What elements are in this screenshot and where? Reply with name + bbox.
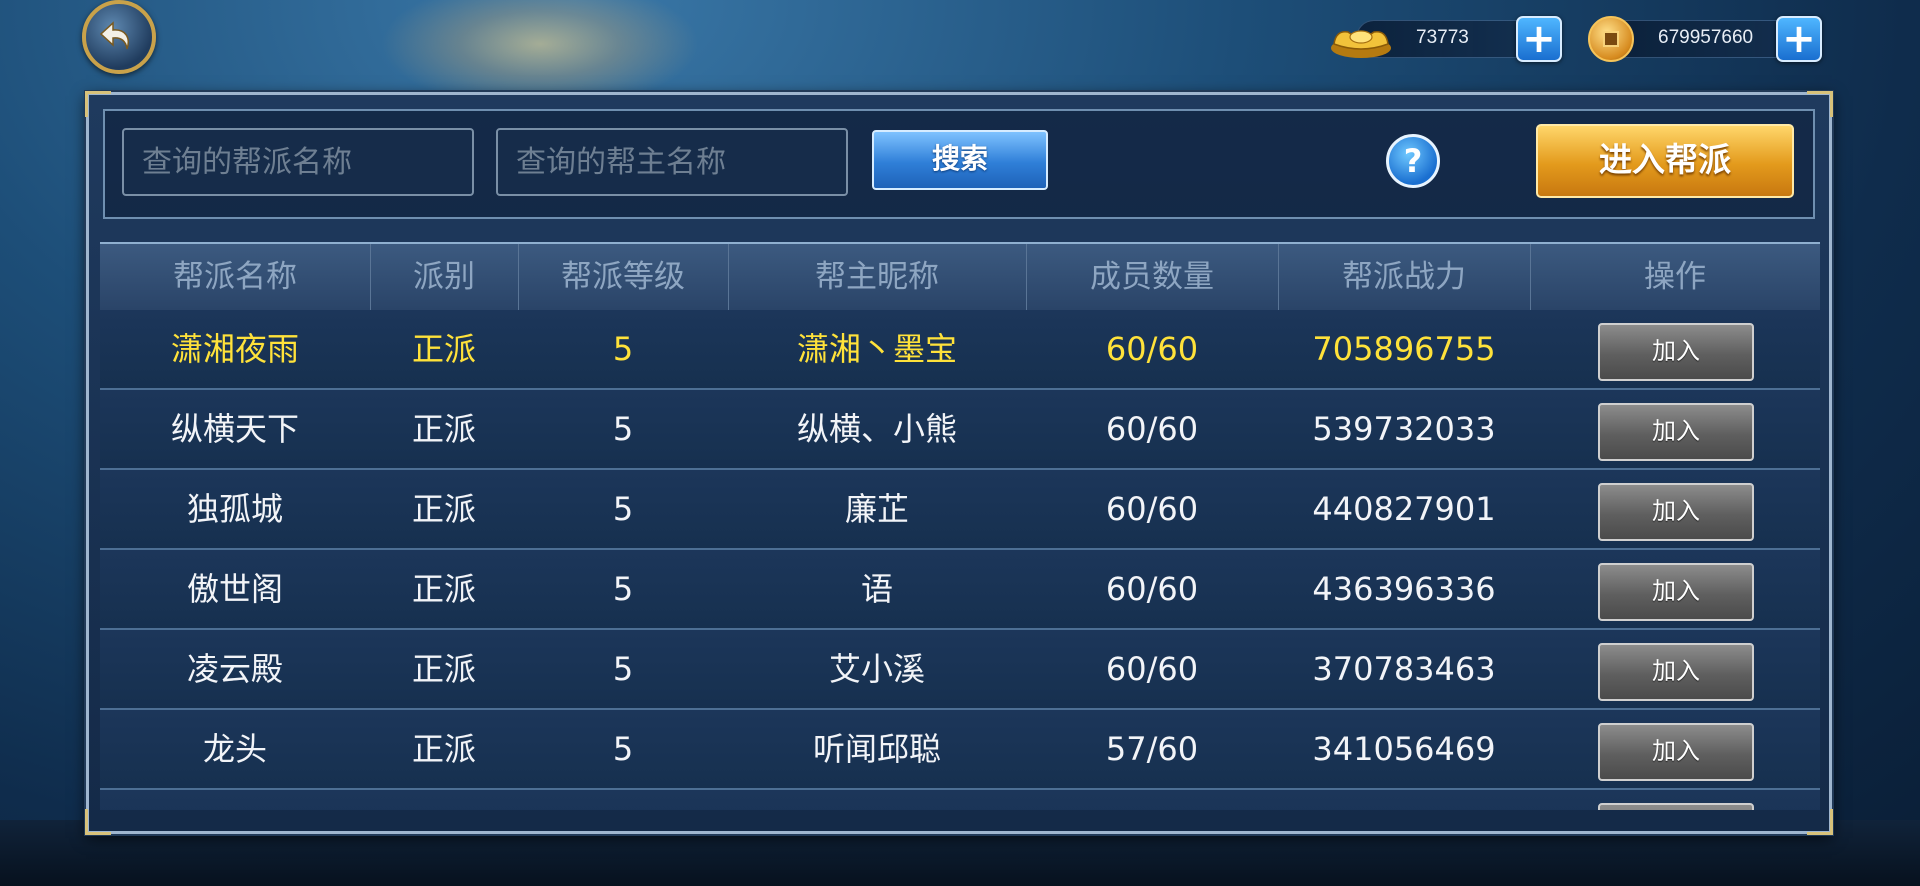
copper-coin-icon xyxy=(1588,16,1634,62)
table-row: 傲世阁 正派 5 语 60/60 436396336 加入 xyxy=(100,550,1820,630)
guild-faction: 正派 xyxy=(411,570,476,608)
header-faction: 派别 xyxy=(370,244,519,310)
plus-icon: + xyxy=(1782,16,1816,62)
guild-level: 5 xyxy=(612,490,634,528)
guild-table: 帮派名称 派别 帮派等级 帮主昵称 成员数量 帮派战力 操作 潇湘夜雨 正派 5… xyxy=(100,242,1820,810)
guild-level: 5 xyxy=(612,730,634,768)
table-row: 纵横天下 正派 5 纵横、小熊 60/60 539732033 加入 xyxy=(100,390,1820,470)
leader-name: 廉芷 xyxy=(844,490,909,528)
table-row-partial xyxy=(100,790,1820,810)
member-count: 60/60 xyxy=(1105,490,1199,528)
add-coin-button[interactable]: + xyxy=(1776,16,1822,62)
member-count: 57/60 xyxy=(1105,730,1199,768)
join-button[interactable]: 加入 xyxy=(1598,483,1754,541)
guild-level: 5 xyxy=(612,410,634,448)
guild-faction: 正派 xyxy=(411,490,476,528)
member-count: 60/60 xyxy=(1105,650,1199,688)
back-arrow-icon xyxy=(99,21,129,50)
guild-faction: 正派 xyxy=(411,330,476,368)
header-guild-level: 帮派等级 xyxy=(518,244,729,310)
table-row: 独孤城 正派 5 廉芷 60/60 440827901 加入 xyxy=(100,470,1820,550)
table-row: 凌云殿 正派 5 艾小溪 60/60 370783463 加入 xyxy=(100,630,1820,710)
header-guild-name: 帮派名称 xyxy=(100,244,371,310)
header-member-count: 成员数量 xyxy=(1026,244,1279,310)
join-button[interactable]: 加入 xyxy=(1598,563,1754,621)
enter-guild-button[interactable]: 进入帮派 xyxy=(1536,124,1794,198)
guild-level: 5 xyxy=(612,650,634,688)
leader-name: 语 xyxy=(860,570,893,608)
ingot-value: 73773 xyxy=(1416,27,1469,48)
join-button[interactable]: 加入 xyxy=(1598,643,1754,701)
join-button[interactable]: 加入 xyxy=(1598,723,1754,781)
guild-name: 纵横天下 xyxy=(170,410,299,448)
guild-name: 傲世阁 xyxy=(186,570,283,608)
guild-faction: 正派 xyxy=(411,730,476,768)
join-button[interactable]: 加入 xyxy=(1598,323,1754,381)
guild-power: 370783463 xyxy=(1312,650,1496,688)
member-count: 60/60 xyxy=(1105,410,1199,448)
table-header: 帮派名称 派别 帮派等级 帮主昵称 成员数量 帮派战力 操作 xyxy=(100,242,1820,310)
corner-ornament xyxy=(1807,809,1833,835)
guild-power: 539732033 xyxy=(1312,410,1496,448)
guild-power: 705896755 xyxy=(1312,330,1496,368)
guild-level: 5 xyxy=(612,570,634,608)
corner-ornament xyxy=(85,809,111,835)
guild-name: 独孤城 xyxy=(186,490,283,528)
guild-power: 440827901 xyxy=(1312,490,1496,528)
coin-currency: 679957660 + xyxy=(1588,16,1828,62)
member-count: 60/60 xyxy=(1105,570,1199,608)
header-leader-name: 帮主昵称 xyxy=(728,244,1027,310)
join-button[interactable]: 加入 xyxy=(1598,403,1754,461)
coin-value: 679957660 xyxy=(1658,27,1754,48)
guild-name: 凌云殿 xyxy=(186,650,283,688)
plus-icon: + xyxy=(1522,16,1556,62)
member-count: 60/60 xyxy=(1105,330,1199,368)
help-icon[interactable]: ? xyxy=(1386,134,1440,188)
header-action: 操作 xyxy=(1644,259,1706,295)
search-button[interactable]: 搜索 xyxy=(872,130,1048,190)
guild-power: 436396336 xyxy=(1312,570,1496,608)
leader-name: 潇湘丶墨宝 xyxy=(796,330,957,368)
guild-faction: 正派 xyxy=(411,410,476,448)
leader-name: 纵横、小熊 xyxy=(796,410,957,448)
guild-name: 潇湘夜雨 xyxy=(170,330,299,368)
guild-level: 5 xyxy=(612,330,634,368)
table-row: 潇湘夜雨 正派 5 潇湘丶墨宝 60/60 705896755 加入 xyxy=(100,310,1820,390)
ingot-currency: 73773 + xyxy=(1328,16,1568,62)
join-button[interactable] xyxy=(1598,803,1754,810)
gold-ingot-icon xyxy=(1331,30,1391,58)
header-guild-power: 帮派战力 xyxy=(1278,244,1531,310)
table-row: 龙头 正派 5 听闻邱聪 57/60 341056469 加入 xyxy=(100,710,1820,790)
guild-faction: 正派 xyxy=(411,650,476,688)
leader-name: 艾小溪 xyxy=(828,650,925,688)
leader-name: 听闻邱聪 xyxy=(812,730,941,768)
guild-power: 341056469 xyxy=(1312,730,1496,768)
guild-name: 龙头 xyxy=(202,730,267,768)
back-button[interactable] xyxy=(82,0,156,74)
guild-name-search-input[interactable] xyxy=(122,128,474,196)
add-ingot-button[interactable]: + xyxy=(1516,16,1562,62)
leader-name-search-input[interactable] xyxy=(496,128,848,196)
